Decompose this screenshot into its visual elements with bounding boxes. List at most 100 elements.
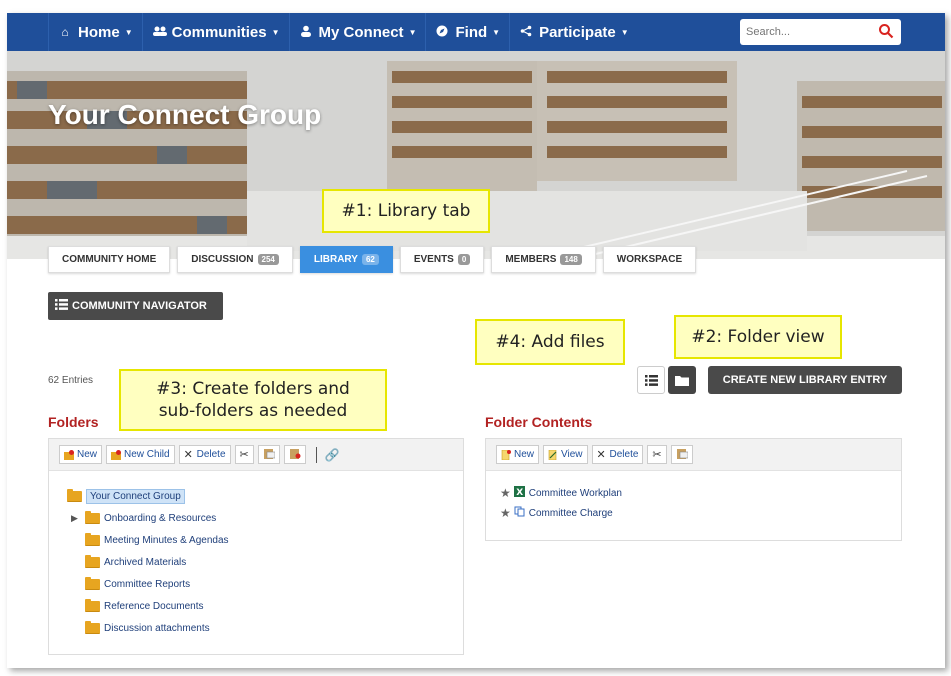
tab-community-home[interactable]: COMMUNITY HOME xyxy=(48,246,171,273)
star-icon[interactable]: ★ xyxy=(500,486,511,500)
folder-icon xyxy=(85,510,100,524)
tree-item-root[interactable]: Your Connect Group xyxy=(67,485,463,507)
list-view-button[interactable] xyxy=(637,366,665,394)
paste-remove-button[interactable] xyxy=(283,445,306,464)
tree-item[interactable]: Discussion attachments xyxy=(67,617,463,639)
star-icon[interactable]: ★ xyxy=(500,506,511,520)
new-folder-icon xyxy=(64,449,74,460)
search-box xyxy=(740,19,901,45)
folder-icon xyxy=(85,576,100,590)
new-file-button[interactable]: New xyxy=(496,445,540,464)
new-child-label: New Child xyxy=(124,449,170,460)
expand-arrow-icon[interactable]: ▶ xyxy=(71,513,81,524)
tree-item-label: Onboarding & Resources xyxy=(104,512,217,524)
nav-home-label: Home xyxy=(78,23,120,41)
delete-label: Delete xyxy=(196,449,226,460)
callout-folder-view: #2: Folder view xyxy=(674,315,842,359)
chevron-down-icon: ▼ xyxy=(408,27,417,37)
nav-my-connect[interactable]: My Connect ▼ xyxy=(288,13,426,51)
count-badge: 148 xyxy=(560,254,582,265)
new-folder-button[interactable]: New xyxy=(59,445,103,464)
community-navigator-label: COMMUNITY NAVIGATOR xyxy=(72,300,207,312)
tree-item-label: Reference Documents xyxy=(104,600,204,612)
view-file-button[interactable]: View xyxy=(543,445,588,464)
file-item-label: Committee Workplan xyxy=(528,487,622,499)
folder-contents-heading: Folder Contents xyxy=(485,414,593,430)
tree-item[interactable]: ▶ Onboarding & Resources xyxy=(67,507,463,529)
tab-label: DISCUSSION xyxy=(191,254,254,265)
tree-item[interactable]: Archived Materials xyxy=(67,551,463,573)
new-child-folder-button[interactable]: New Child xyxy=(106,445,175,464)
home-icon: ⌂ xyxy=(61,25,69,39)
nav-communities[interactable]: Communities ▼ xyxy=(141,13,289,51)
tree-item-label: Your Connect Group xyxy=(86,488,185,504)
folders-heading: Folders xyxy=(48,414,99,430)
delete-folder-button[interactable]: ✕ Delete xyxy=(178,445,231,464)
nav-find[interactable]: Find ▼ xyxy=(425,13,509,51)
nav-find-label: Find xyxy=(455,23,488,41)
tree-item-label: Archived Materials xyxy=(104,556,187,568)
paste-icon xyxy=(263,448,276,462)
nav-participate-label: Participate xyxy=(539,23,616,41)
file-list: ★ X Committee Workplan ★ Committee Charg… xyxy=(486,471,901,523)
tree-item[interactable]: Meeting Minutes & Agendas xyxy=(67,529,463,551)
folder-icon xyxy=(85,598,100,612)
view-label: View xyxy=(561,449,583,460)
scissors-icon: ✂ xyxy=(652,449,662,461)
tree-item-label: Discussion attachments xyxy=(104,622,210,634)
paste-button[interactable] xyxy=(257,445,280,464)
compass-icon xyxy=(435,25,449,40)
tab-discussion[interactable]: DISCUSSION 254 xyxy=(177,246,293,273)
link-icon[interactable]: 🔗 xyxy=(325,448,340,462)
new-child-icon xyxy=(111,449,122,460)
search-input[interactable] xyxy=(746,20,878,44)
tab-label: COMMUNITY HOME xyxy=(62,254,157,265)
count-badge: 0 xyxy=(457,254,471,265)
nav-participate[interactable]: Participate ▼ xyxy=(509,13,638,51)
file-item[interactable]: ★ Committee Charge xyxy=(500,503,901,523)
share-icon xyxy=(519,25,533,40)
delete-label: Delete xyxy=(609,449,639,460)
entries-count: 62 Entries xyxy=(48,375,94,386)
tab-workspace[interactable]: WORKSPACE xyxy=(602,246,697,273)
folders-toolbar: New New Child ✕ Delete ✂ 🔗 xyxy=(49,439,463,471)
nav-my-connect-label: My Connect xyxy=(318,23,404,41)
new-label: New xyxy=(514,449,535,460)
tree-item-label: Committee Reports xyxy=(104,578,191,590)
paste-button[interactable] xyxy=(670,445,693,464)
folder-view-button[interactable] xyxy=(668,366,696,394)
callout-create-folders: #3: Create folders and sub-folders as ne… xyxy=(119,369,387,431)
chevron-down-icon: ▼ xyxy=(271,27,280,37)
tab-label: WORKSPACE xyxy=(616,254,683,265)
search-icon[interactable] xyxy=(878,23,894,39)
community-navigator-button[interactable]: COMMUNITY NAVIGATOR xyxy=(48,292,223,320)
folder-tree: Your Connect Group ▶ Onboarding & Resour… xyxy=(49,471,463,639)
cut-button[interactable]: ✂ xyxy=(647,445,667,464)
folder-icon xyxy=(85,554,100,568)
tab-library[interactable]: LIBRARY 62 xyxy=(299,246,393,273)
view-file-icon xyxy=(548,449,558,460)
tab-members[interactable]: MEMBERS 148 xyxy=(491,246,596,273)
close-icon: ✕ xyxy=(183,448,193,461)
new-file-icon xyxy=(501,449,511,460)
cut-button[interactable]: ✂ xyxy=(234,445,254,464)
delete-file-button[interactable]: ✕ Delete xyxy=(591,445,644,464)
link-file-icon xyxy=(514,506,525,520)
scissors-icon: ✂ xyxy=(239,449,249,461)
file-item[interactable]: ★ X Committee Workplan xyxy=(500,483,901,503)
create-library-entry-button[interactable]: CREATE NEW LIBRARY ENTRY xyxy=(708,366,902,394)
tab-label: LIBRARY xyxy=(313,254,358,265)
callout-create-folders-line1: #3: Create folders and xyxy=(156,378,350,399)
tab-label: EVENTS xyxy=(413,254,454,265)
list-icon xyxy=(644,374,658,386)
tree-item[interactable]: Reference Documents xyxy=(67,595,463,617)
tree-item[interactable]: Committee Reports xyxy=(67,573,463,595)
count-badge: 254 xyxy=(257,254,279,265)
nav-communities-label: Communities xyxy=(171,23,267,41)
tab-events[interactable]: EVENTS 0 xyxy=(399,246,485,273)
tab-label: MEMBERS xyxy=(505,254,557,265)
paste-remove-icon xyxy=(289,448,301,462)
folder-icon xyxy=(85,620,100,634)
top-navigation-bar: ⌂ Home ▼ Communities ▼ My Connect ▼ Find… xyxy=(7,13,945,51)
nav-home[interactable]: ⌂ Home ▼ xyxy=(48,13,142,51)
